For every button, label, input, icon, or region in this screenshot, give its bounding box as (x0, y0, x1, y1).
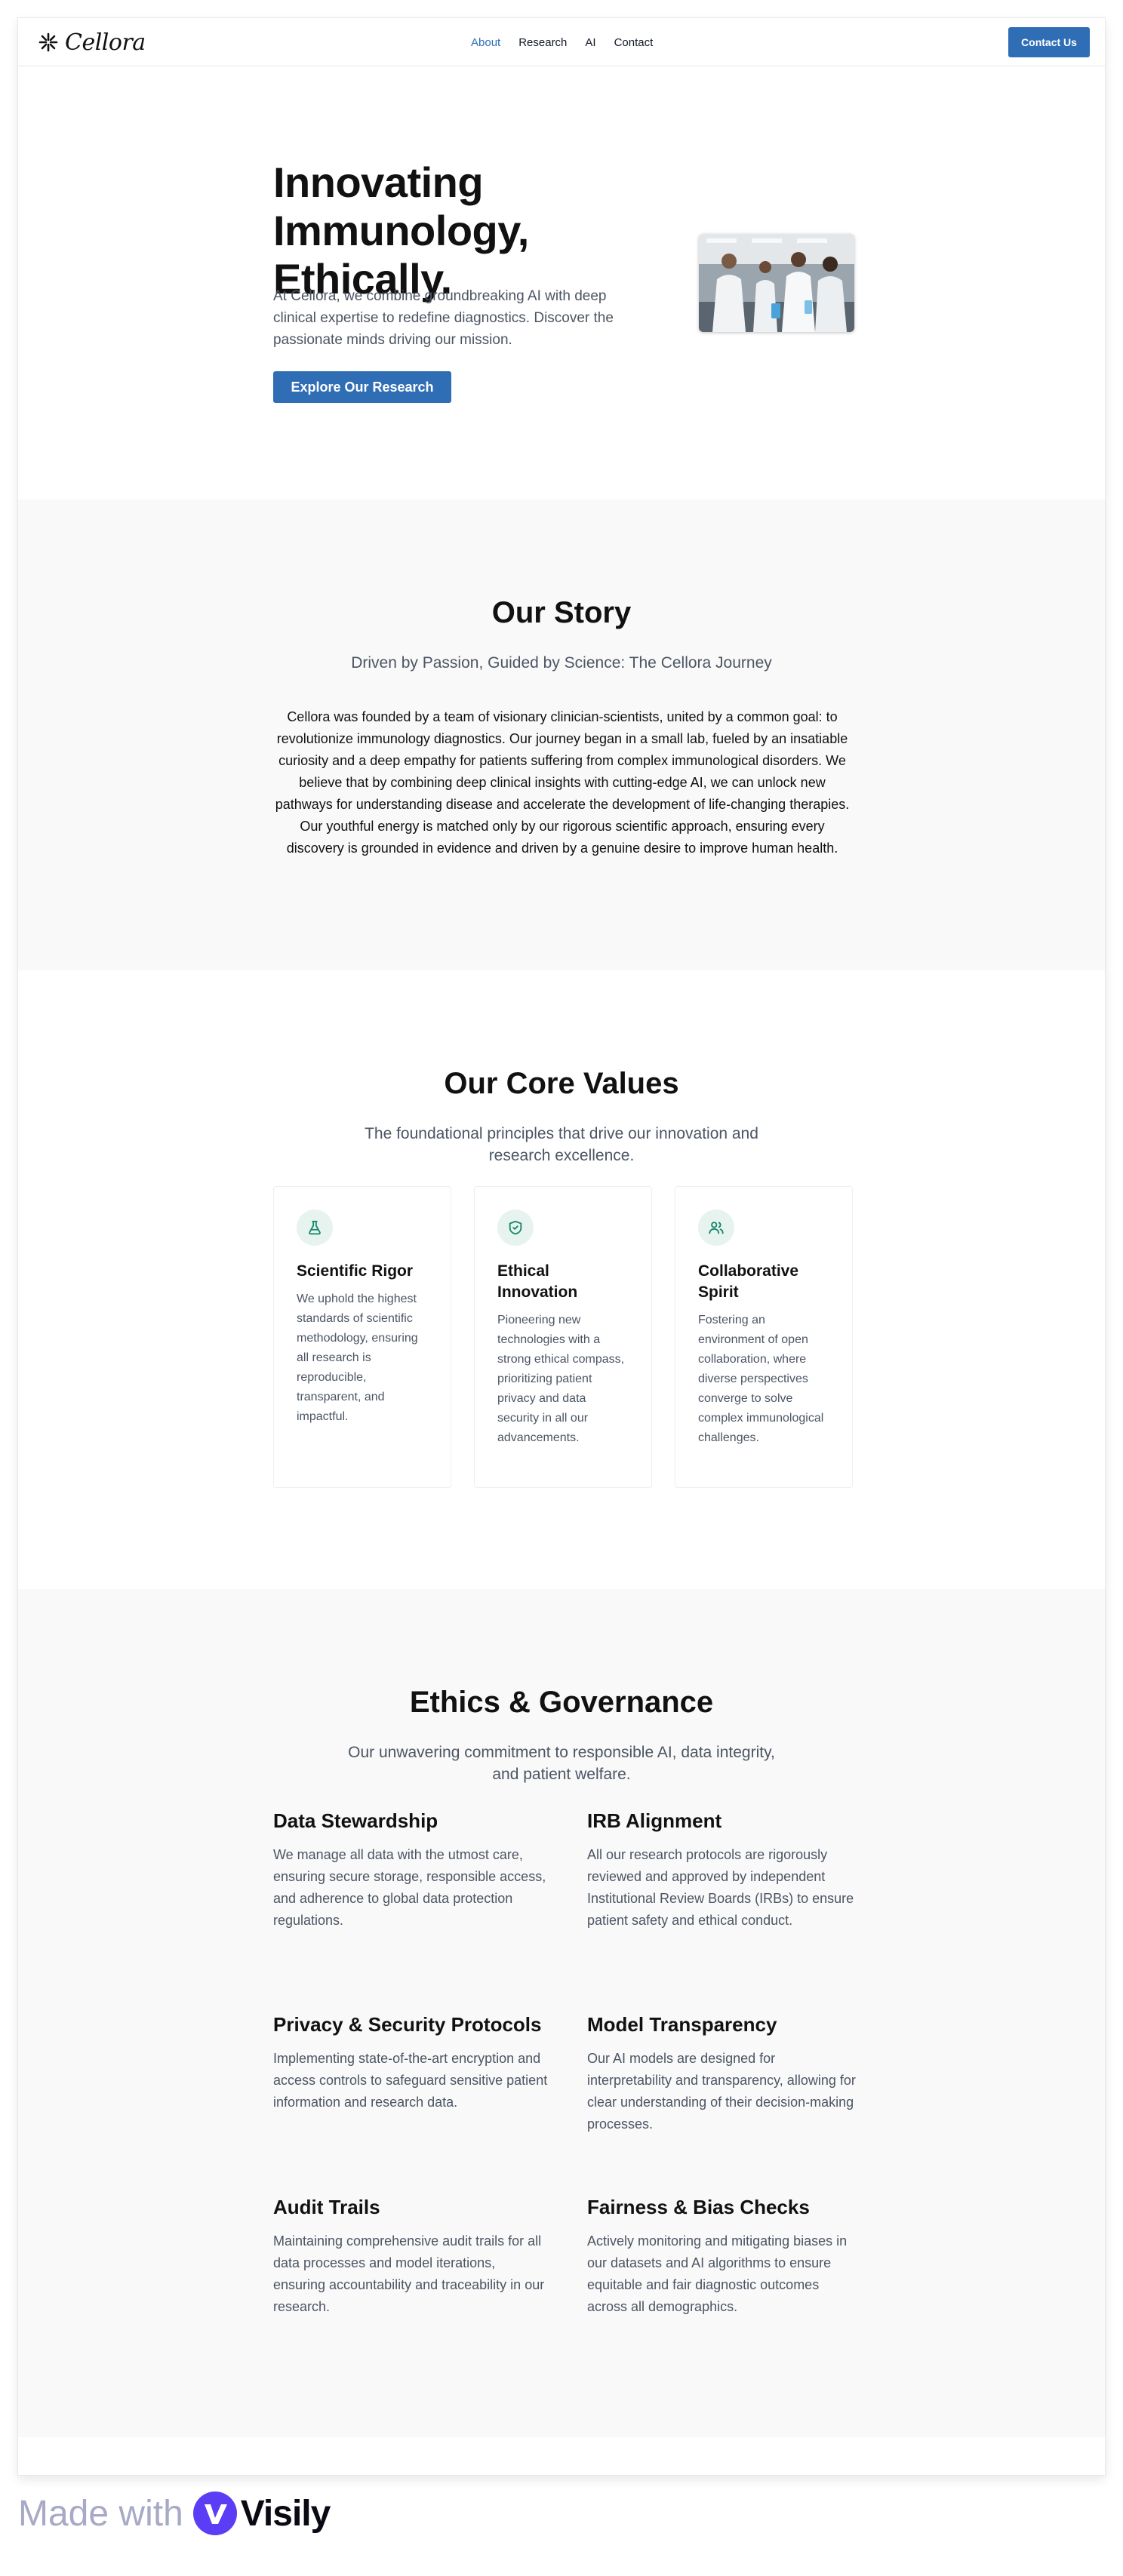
nav-link-about[interactable]: About (471, 36, 500, 49)
ethics-item-title: IRB Alignment (587, 1809, 722, 1832)
values-title: Our Core Values (444, 1067, 679, 1100)
ethics-item-text: Our AI models are designed for interpret… (587, 2051, 856, 2132)
ethics-item-text: Implementing state-of-the-art encryption… (273, 2051, 548, 2110)
value-card-title: Scientific Rigor (297, 1262, 414, 1280)
value-card-text: We uphold the highest standards of scien… (297, 1293, 418, 1423)
values-subtitle: The foundational principles that drive o… (365, 1125, 758, 1164)
story-title: Our Story (491, 596, 632, 629)
value-card-text: Fostering an environment of open collabo… (698, 1314, 824, 1444)
story-body: Cellora was founded by a team of visiona… (275, 709, 850, 856)
ethics-subtitle: Our unwavering commitment to responsible… (348, 1744, 775, 1783)
top-nav: Cellora About Research AI Contact Contac… (18, 18, 1105, 66)
flask-icon (297, 1210, 333, 1246)
made-with-visily-badge[interactable]: Made with Visily (18, 2487, 331, 2540)
lab-photo-illustration (699, 234, 854, 332)
ethics-item-title: Model Transparency (587, 2013, 777, 2036)
page-frame: Cellora About Research AI Contact Contac… (18, 18, 1105, 2475)
ethics-item-title: Data Stewardship (273, 1809, 438, 1832)
shield-check-icon (497, 1210, 534, 1246)
value-card-title: Ethical Innovation (497, 1262, 578, 1301)
nav-link-ai[interactable]: AI (585, 36, 595, 49)
hero-subtitle: At Cellora, we combine groundbreaking AI… (273, 288, 614, 348)
value-card: Ethical Innovation Pioneering new techno… (474, 1186, 652, 1488)
ethics-governance-section: Ethics & Governance Our unwavering commi… (18, 1589, 1105, 2437)
hero-title: Innovating Immunology, Ethically. (273, 158, 635, 303)
hero-title-line: Innovating (273, 158, 484, 206)
nav-links: About Research AI Contact (471, 18, 653, 66)
lab-team-photo (699, 234, 854, 332)
made-with-label: Made with (18, 2493, 183, 2534)
ethics-item-text: All our research protocols are rigorousl… (587, 1847, 854, 1928)
core-values-section: Our Core Values The foundational princip… (18, 970, 1105, 1589)
ethics-item-text: We manage all data with the utmost care,… (273, 1847, 546, 1928)
ethics-item-title: Audit Trails (273, 2196, 380, 2218)
contact-us-button[interactable]: Contact Us (1008, 27, 1090, 57)
story-subtitle: Driven by Passion, Guided by Science: Th… (351, 654, 772, 672)
nav-link-contact[interactable]: Contact (614, 36, 654, 49)
brand-logo[interactable]: Cellora (38, 29, 146, 56)
hero-title-line: Immunology, (273, 207, 529, 254)
ethics-item-text: Maintaining comprehensive audit trails f… (273, 2233, 545, 2314)
value-card-title: Collaborative Spirit (698, 1262, 799, 1301)
value-card: Scientific Rigor We uphold the highest s… (273, 1186, 451, 1488)
nav-link-research[interactable]: Research (518, 36, 567, 49)
asterisk-logo-icon (38, 32, 58, 52)
ethics-item-text: Actively monitoring and mitigating biase… (587, 2233, 848, 2314)
ethics-title: Ethics & Governance (409, 1686, 714, 1719)
users-icon (698, 1210, 734, 1246)
visily-logo-icon (192, 2491, 237, 2535)
value-card: Collaborative Spirit Fostering an enviro… (675, 1186, 853, 1488)
ethics-item-title: Fairness & Bias Checks (587, 2196, 810, 2218)
ethics-item-title: Privacy & Security Protocols (273, 2013, 542, 2036)
our-story-section: Our Story Driven by Passion, Guided by S… (18, 500, 1105, 970)
value-card-text: Pioneering new technologies with a stron… (497, 1314, 625, 1444)
brand-name: Cellora (65, 29, 146, 56)
visily-brand: Visily (240, 2493, 331, 2534)
explore-research-button[interactable]: Explore Our Research (273, 371, 451, 403)
